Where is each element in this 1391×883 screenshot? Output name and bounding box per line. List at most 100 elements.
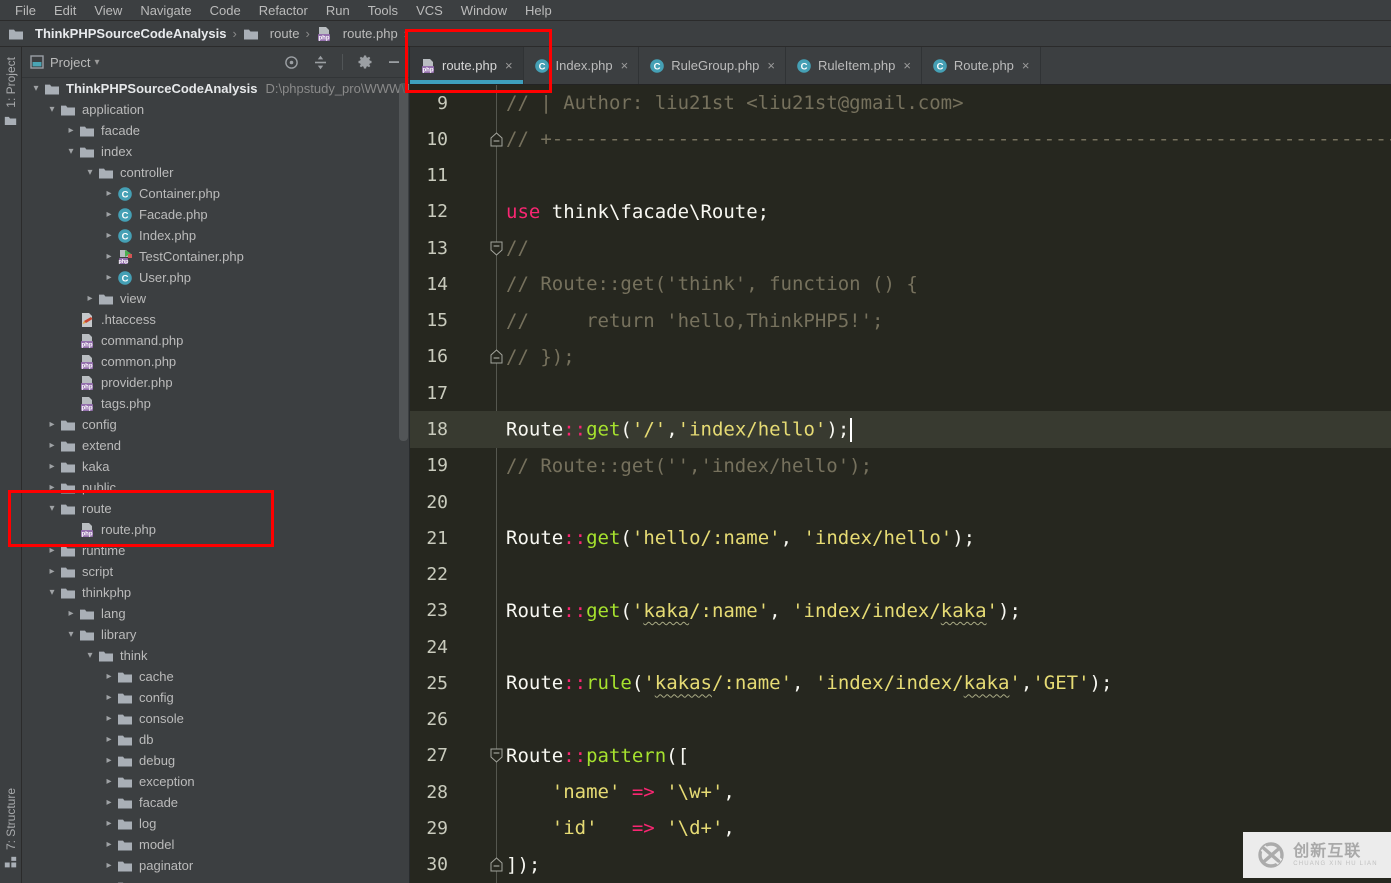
- menu-item-window[interactable]: Window: [452, 3, 516, 18]
- tree-item-Index.php[interactable]: ▸ C Index.php: [22, 225, 409, 246]
- chevron-collapsed-icon[interactable]: ▸: [44, 482, 60, 493]
- tab-Index.php[interactable]: C Index.php ×: [524, 47, 640, 84]
- code-line-20[interactable]: 20: [410, 484, 1391, 520]
- tree-item-Container.php[interactable]: ▸ C Container.php: [22, 183, 409, 204]
- chevron-expanded-icon[interactable]: ▾: [63, 146, 79, 157]
- tree-item-script[interactable]: ▸ script: [22, 561, 409, 582]
- tree-item-log[interactable]: ▸ log: [22, 813, 409, 834]
- fold-marker-icon[interactable]: [486, 748, 506, 764]
- tree-item-cache[interactable]: ▸ cache: [22, 666, 409, 687]
- chevron-collapsed-icon[interactable]: ▸: [101, 692, 117, 703]
- tree-item-debug[interactable]: ▸ debug: [22, 750, 409, 771]
- fold-marker-icon[interactable]: [486, 132, 506, 147]
- code-line-28[interactable]: 28 'name' => '\w+',: [410, 774, 1391, 810]
- tree-item-controller[interactable]: ▾ controller: [22, 162, 409, 183]
- menu-item-code[interactable]: Code: [201, 3, 250, 18]
- tree-item-route[interactable]: ▾ route: [22, 498, 409, 519]
- close-icon[interactable]: ×: [505, 58, 513, 73]
- tree-item-think[interactable]: ▾ think: [22, 645, 409, 666]
- tree-item-User.php[interactable]: ▸ C User.php: [22, 267, 409, 288]
- tree-item-Facade.php[interactable]: ▸ C Facade.php: [22, 204, 409, 225]
- tree-item-.htaccess[interactable]: .htaccess: [22, 309, 409, 330]
- code-line-23[interactable]: 23 Route::get('kaka/:name', 'index/index/…: [410, 593, 1391, 629]
- chevron-collapsed-icon[interactable]: ▸: [101, 818, 117, 829]
- tree-item-index[interactable]: ▾ index: [22, 141, 409, 162]
- menu-item-navigate[interactable]: Navigate: [131, 3, 200, 18]
- tree-item-public[interactable]: ▸ public: [22, 477, 409, 498]
- gear-icon[interactable]: [357, 54, 373, 70]
- chevron-expanded-icon[interactable]: ▾: [82, 167, 98, 178]
- chevron-collapsed-icon[interactable]: ▸: [101, 272, 117, 283]
- chevron-collapsed-icon[interactable]: ▸: [44, 461, 60, 472]
- chevron-collapsed-icon[interactable]: ▸: [101, 839, 117, 850]
- fold-marker-icon[interactable]: [486, 857, 506, 872]
- chevron-collapsed-icon[interactable]: ▸: [101, 713, 117, 724]
- code-line-10[interactable]: 10 // +----------------------------------…: [410, 121, 1391, 157]
- chevron-down-icon[interactable]: ▾: [94, 57, 99, 68]
- code-line-18[interactable]: 18 Route::get('/','index/hello');: [410, 411, 1391, 448]
- code-line-17[interactable]: 17: [410, 375, 1391, 411]
- chevron-expanded-icon[interactable]: ▾: [28, 83, 44, 94]
- tree-item-kaka[interactable]: ▸ kaka: [22, 456, 409, 477]
- chevron-expanded-icon[interactable]: ▾: [63, 629, 79, 640]
- tool-window-button-structure[interactable]: 7: Structure: [4, 788, 18, 869]
- tree-item-console[interactable]: ▸ console: [22, 708, 409, 729]
- tree-item-library[interactable]: ▾ library: [22, 624, 409, 645]
- menu-item-refactor[interactable]: Refactor: [250, 3, 317, 18]
- project-panel-title[interactable]: Project: [50, 55, 90, 70]
- chevron-expanded-icon[interactable]: ▾: [82, 650, 98, 661]
- breadcrumb-item-route[interactable]: route: [243, 26, 299, 42]
- code-line-22[interactable]: 22: [410, 556, 1391, 592]
- menu-item-file[interactable]: File: [6, 3, 45, 18]
- code-line-21[interactable]: 21 Route::get('hello/:name', 'index/hello…: [410, 520, 1391, 556]
- tool-window-button-project[interactable]: 1: Project: [4, 57, 18, 127]
- chevron-collapsed-icon[interactable]: ▸: [44, 419, 60, 430]
- code-line-12[interactable]: 12 use think\facade\Route;: [410, 194, 1391, 230]
- tree-item-command.php[interactable]: php command.php: [22, 330, 409, 351]
- breadcrumb-item-ThinkPHPSourceCodeAnalysis[interactable]: ThinkPHPSourceCodeAnalysis: [8, 26, 226, 42]
- tree-item-application[interactable]: ▾ application: [22, 99, 409, 120]
- tree-item-TestContainer.php[interactable]: ▸ php TestContainer.php: [22, 246, 409, 267]
- code-line-25[interactable]: 25 Route::rule('kakas/:name', 'index/inde…: [410, 665, 1391, 701]
- code-line-24[interactable]: 24: [410, 629, 1391, 665]
- tree-item-root[interactable]: ▾ ThinkPHPSourceCodeAnalysis D:\phpstudy_p…: [22, 78, 409, 99]
- menu-item-vcs[interactable]: VCS: [407, 3, 452, 18]
- close-icon[interactable]: ×: [767, 58, 775, 73]
- tree-item-common.php[interactable]: php common.php: [22, 351, 409, 372]
- locate-icon[interactable]: [284, 55, 299, 70]
- chevron-collapsed-icon[interactable]: ▸: [44, 440, 60, 451]
- tab-route.php[interactable]: php route.php ×: [410, 47, 524, 84]
- tree-item-partial[interactable]: ▸: [22, 876, 409, 883]
- code-line-15[interactable]: 15 // return 'hello,ThinkPHP5!';: [410, 303, 1391, 339]
- close-icon[interactable]: ×: [1022, 58, 1030, 73]
- chevron-collapsed-icon[interactable]: ▸: [101, 671, 117, 682]
- breadcrumb-item-route.php[interactable]: php route.php: [316, 26, 398, 42]
- chevron-collapsed-icon[interactable]: ▸: [101, 797, 117, 808]
- chevron-collapsed-icon[interactable]: ▸: [63, 125, 79, 136]
- fold-marker-icon[interactable]: [486, 349, 506, 364]
- tree-item-facade[interactable]: ▸ facade: [22, 120, 409, 141]
- chevron-collapsed-icon[interactable]: ▸: [44, 545, 60, 556]
- close-icon[interactable]: ×: [621, 58, 629, 73]
- tree-item-route.php[interactable]: php route.php: [22, 519, 409, 540]
- menu-item-tools[interactable]: Tools: [359, 3, 407, 18]
- code-line-14[interactable]: 14 // Route::get('think', function () {: [410, 266, 1391, 302]
- tree-item-lang[interactable]: ▸ lang: [22, 603, 409, 624]
- chevron-expanded-icon[interactable]: ▾: [44, 104, 60, 115]
- code-line-11[interactable]: 11: [410, 158, 1391, 194]
- tree-item-db[interactable]: ▸ db: [22, 729, 409, 750]
- code-editor[interactable]: 9 // | Author: liu21st <liu21st@gmail.com…: [410, 85, 1391, 883]
- chevron-collapsed-icon[interactable]: ▸: [101, 188, 117, 199]
- tree-item-extend[interactable]: ▸ extend: [22, 435, 409, 456]
- code-line-16[interactable]: 16 // });: [410, 339, 1391, 375]
- tree-item-provider.php[interactable]: php provider.php: [22, 372, 409, 393]
- chevron-collapsed-icon[interactable]: ▸: [101, 209, 117, 220]
- close-icon[interactable]: ×: [903, 58, 911, 73]
- tree-item-thinkphp[interactable]: ▾ thinkphp: [22, 582, 409, 603]
- tree-item-model[interactable]: ▸ model: [22, 834, 409, 855]
- tree-item-config[interactable]: ▸ config: [22, 687, 409, 708]
- code-line-13[interactable]: 13 //: [410, 230, 1391, 266]
- chevron-collapsed-icon[interactable]: ▸: [63, 608, 79, 619]
- code-line-26[interactable]: 26: [410, 702, 1391, 738]
- chevron-collapsed-icon[interactable]: ▸: [82, 293, 98, 304]
